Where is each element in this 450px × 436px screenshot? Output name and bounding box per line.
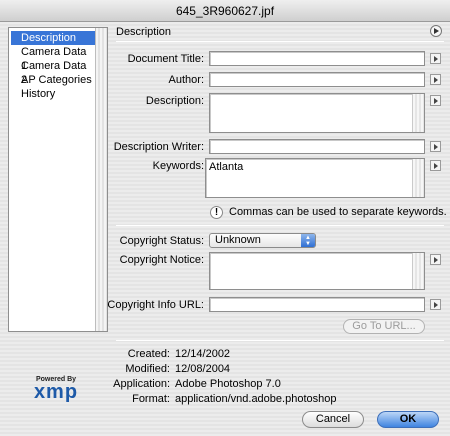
description-label: Description: (145, 95, 204, 107)
created-value: 12/14/2002 (175, 348, 231, 360)
copyright-url-label: Copyright Info URL: (107, 299, 204, 311)
keywords-label: Keywords: (152, 160, 204, 172)
sidebar-item-description[interactable]: Description (11, 31, 95, 45)
copyright-notice-menu-icon[interactable] (430, 254, 441, 265)
category-list[interactable]: Description Camera Data 1 Camera Data 2 … (8, 27, 108, 332)
info-icon: ! (210, 206, 223, 219)
document-title-field[interactable] (209, 51, 425, 66)
copyright-notice-label: Copyright Notice: (119, 254, 204, 266)
application-value: Adobe Photoshop 7.0 (175, 378, 281, 390)
chevron-updown-icon: ▲ ▼ (301, 234, 315, 247)
document-title-label: Document Title: (127, 53, 204, 65)
section-divider (116, 41, 444, 42)
copyright-status-select[interactable]: Unknown ▲ ▼ (209, 233, 316, 248)
document-title-menu-icon[interactable] (430, 53, 441, 64)
author-label: Author: (168, 74, 204, 86)
keywords-notice: Commas can be used to separate keywords. (229, 206, 447, 218)
description-menu-icon[interactable] (430, 95, 441, 106)
section-divider (116, 340, 444, 341)
copyright-url-menu-icon[interactable] (430, 299, 441, 310)
section-title: Description (116, 26, 172, 38)
sidebar-item-label: AP Categories (21, 74, 92, 86)
sidebar-item-ap-categories[interactable]: AP Categories (11, 73, 95, 87)
keywords-value: Atlanta (209, 161, 244, 173)
cancel-button[interactable]: Cancel (302, 411, 364, 428)
sidebar-item-history[interactable]: History (11, 87, 95, 101)
panel-menu-icon[interactable] (430, 25, 442, 37)
keywords-field[interactable]: Atlanta (205, 158, 425, 198)
sidebar-item-label: History (21, 88, 56, 100)
xmp-logo-text: xmp (33, 381, 79, 403)
copyright-notice-field[interactable] (209, 252, 425, 290)
description-writer-label: Description Writer: (113, 141, 204, 153)
created-label: Created: (127, 348, 170, 360)
format-label: Format: (132, 393, 170, 405)
description-field[interactable] (209, 93, 425, 133)
description-scrollbar[interactable] (412, 94, 424, 132)
copyright-notice-scrollbar[interactable] (412, 253, 424, 289)
modified-label: Modified: (125, 363, 170, 375)
sidebar-item-camera-data-1[interactable]: Camera Data 1 (11, 45, 95, 72)
window-titlebar: 645_3R960627.jpf (0, 0, 450, 22)
format-value: application/vnd.adobe.photoshop (175, 393, 337, 405)
description-writer-menu-icon[interactable] (430, 141, 441, 152)
ok-button[interactable]: OK (377, 411, 439, 428)
author-menu-icon[interactable] (430, 74, 441, 85)
sidebar-item-label: Description (21, 32, 77, 44)
keywords-scrollbar[interactable] (412, 159, 424, 197)
sidebar-item-camera-data-2[interactable]: Camera Data 2 (11, 59, 95, 86)
section-divider (116, 225, 444, 226)
xmp-logo: Powered By xmp (32, 376, 80, 403)
copyright-status-value: Unknown (215, 234, 261, 246)
window-title: 645_3R960627.jpf (175, 4, 275, 18)
description-writer-field[interactable] (209, 139, 425, 154)
application-label: Application: (113, 378, 170, 390)
go-to-url-button[interactable]: Go To URL... (343, 319, 425, 334)
modified-value: 12/08/2004 (175, 363, 231, 375)
copyright-url-field[interactable] (209, 297, 425, 312)
author-field[interactable] (209, 72, 425, 87)
copyright-status-label: Copyright Status: (119, 235, 204, 247)
keywords-menu-icon[interactable] (430, 160, 441, 171)
